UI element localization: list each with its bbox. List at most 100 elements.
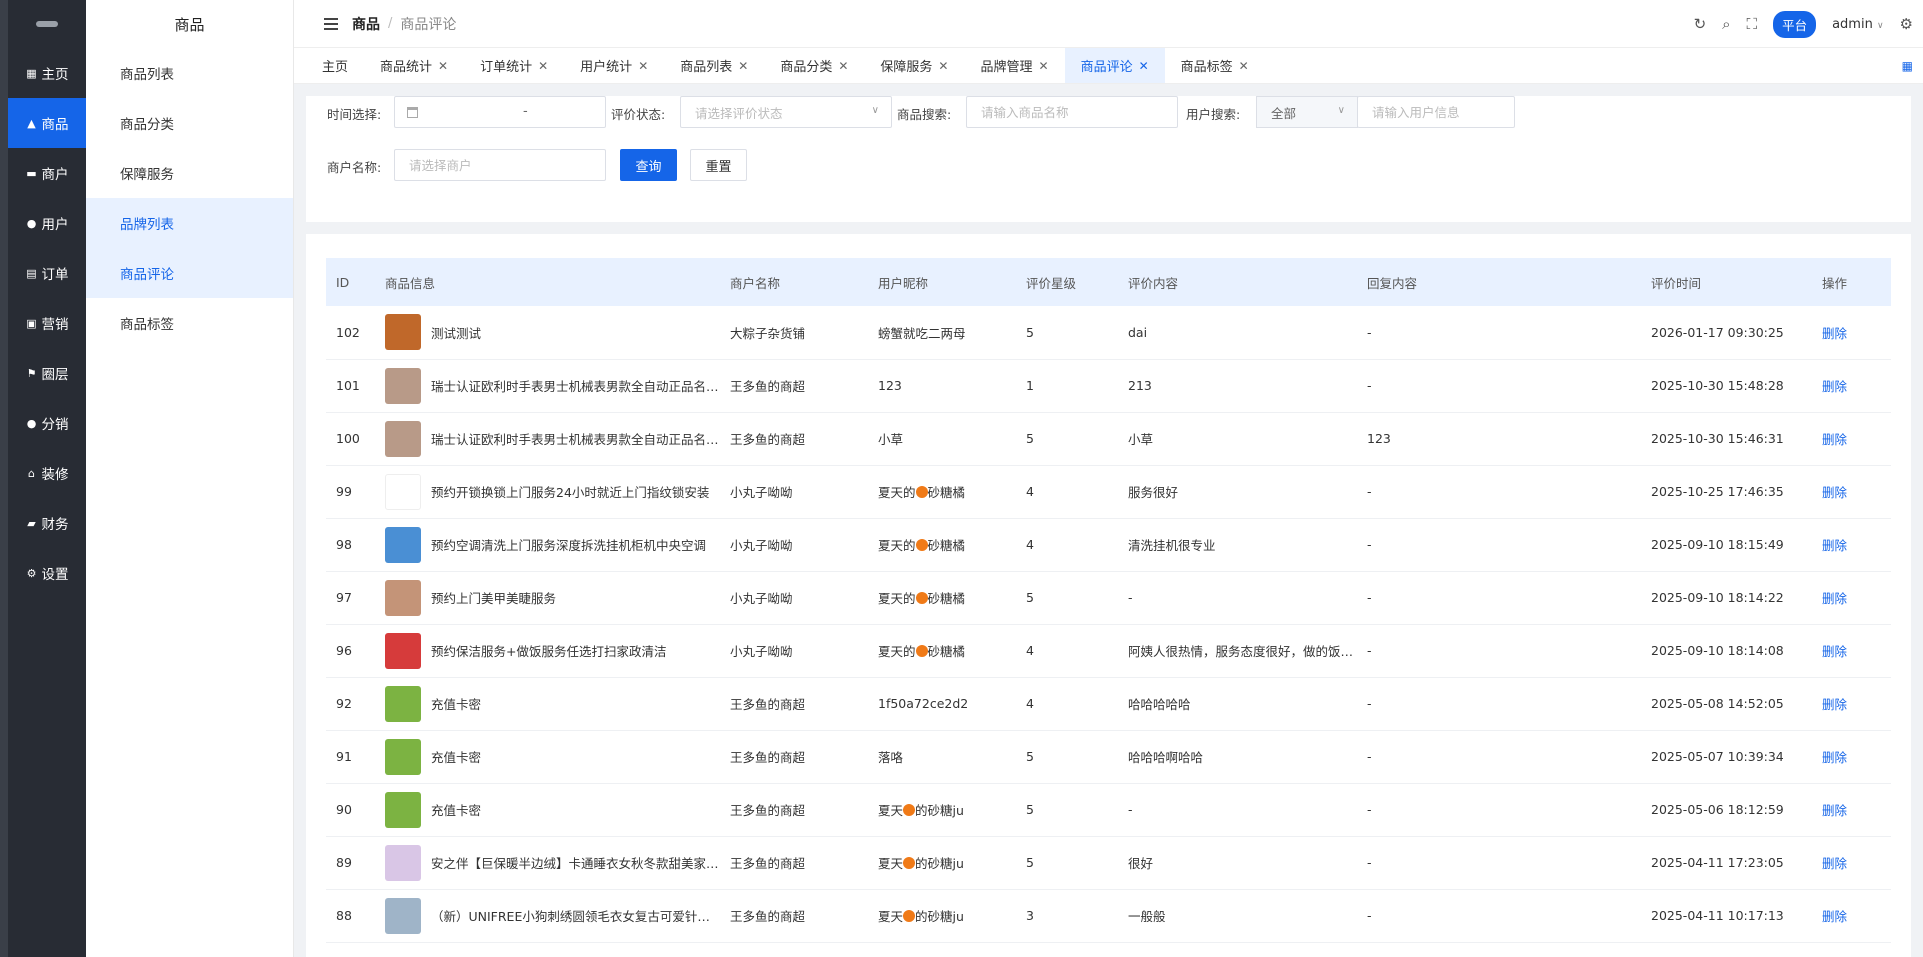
breadcrumb-main[interactable]: 商品	[352, 14, 380, 34]
sidebar-item-9[interactable]: ▰ 财务	[8, 498, 86, 548]
cell-reply: -	[1367, 802, 1372, 817]
cell-merchant: 小丸子呦呦	[730, 644, 793, 659]
close-icon[interactable]: ✕	[538, 59, 548, 73]
gear-icon[interactable]: ⚙	[1900, 15, 1913, 33]
sub-item-2[interactable]: 保障服务	[86, 148, 293, 198]
close-icon[interactable]: ✕	[938, 59, 948, 73]
home-icon: ⌂	[28, 466, 35, 480]
user-type-select[interactable]: 全部 ∨	[1256, 96, 1358, 128]
tab-9[interactable]: 商品标签 ✕	[1165, 48, 1265, 83]
cell-product: 充值卡密	[375, 730, 720, 783]
logo[interactable]	[8, 0, 86, 48]
refresh-icon[interactable]: ↻	[1694, 15, 1707, 33]
cell-action: 删除	[1812, 730, 1891, 783]
column-header-3: 用户昵称	[878, 275, 929, 291]
close-icon[interactable]: ✕	[438, 59, 448, 73]
delete-link[interactable]: 删除	[1822, 432, 1847, 447]
cell-id: 101	[336, 378, 360, 393]
tab-6[interactable]: 保障服务 ✕	[864, 48, 964, 83]
tab-3[interactable]: 用户统计 ✕	[564, 48, 664, 83]
delete-link[interactable]: 删除	[1822, 379, 1847, 394]
tab-0[interactable]: 主页	[306, 48, 364, 83]
column-header-8: 操作	[1822, 275, 1848, 291]
cell-time: 2025-09-10 18:14:22	[1651, 590, 1784, 605]
sub-item-1[interactable]: 商品分类	[86, 98, 293, 148]
delete-link[interactable]: 删除	[1822, 697, 1847, 712]
tab-2[interactable]: 订单统计 ✕	[464, 48, 564, 83]
query-button[interactable]: 查询	[620, 149, 677, 181]
user-menu[interactable]: admin ∨	[1832, 17, 1883, 32]
tabs-menu-icon[interactable]: ▦	[1902, 59, 1913, 73]
sidebar-item-label: 圈层	[41, 367, 69, 383]
reset-button[interactable]: 重置	[690, 149, 747, 181]
product-search-input[interactable]	[966, 96, 1178, 128]
cell-product: 充值卡密	[375, 677, 720, 730]
cell-id: 98	[336, 537, 352, 552]
tab-5[interactable]: 商品分类 ✕	[764, 48, 864, 83]
cell-user: 夏天的 砂糖橘	[868, 518, 1016, 571]
table-row: 96 预约保洁服务+做饭服务任选打扫家政清洁 小丸子呦呦 夏天的 砂糖橘 4 阿姨…	[326, 624, 1891, 677]
close-icon[interactable]: ✕	[738, 59, 748, 73]
product-name: 充值卡密	[431, 803, 482, 818]
sidebar-item-2[interactable]: ▬ 商户	[8, 148, 86, 198]
sidebar-item-8[interactable]: ⌂ 装修	[8, 448, 86, 498]
tab-label: 品牌管理	[980, 60, 1033, 75]
user-nick-prefix: 夏天的	[878, 644, 916, 659]
close-icon[interactable]: ✕	[1239, 59, 1249, 73]
table-row: 88 （新）UNIFREE小狗刺绣圆领毛衣女复古可爱针织衫 王多鱼的商超 夏天的…	[326, 889, 1891, 942]
sidebar-item-1[interactable]: ▲ 商品	[8, 98, 86, 148]
fullscreen-icon[interactable]: ⛶	[1747, 15, 1758, 33]
tab-8[interactable]: 商品评论 ✕	[1064, 48, 1165, 83]
table-header-row: ID 商品信息 商户名称 用户昵称 评价星级 评价内容 回复内容 评价时间 操作	[326, 258, 1891, 306]
date-range-picker[interactable]: -	[394, 96, 606, 128]
sidebar-item-5[interactable]: ▣ 营销	[8, 298, 86, 348]
tab-1[interactable]: 商品统计 ✕	[364, 48, 464, 83]
tab-7[interactable]: 品牌管理 ✕	[964, 48, 1064, 83]
sidebar-item-3[interactable]: ● 用户	[8, 198, 86, 248]
cell-star: 4	[1026, 696, 1034, 711]
delete-link[interactable]: 删除	[1822, 909, 1847, 924]
chevron-down-icon: ∨	[1876, 20, 1884, 31]
cell-user: 夏天的 砂糖橘	[868, 624, 1016, 677]
delete-link[interactable]: 删除	[1822, 644, 1847, 659]
close-icon[interactable]: ✕	[838, 59, 848, 73]
delete-link[interactable]: 删除	[1822, 856, 1847, 871]
delete-link[interactable]: 删除	[1822, 803, 1847, 818]
cell-reply: -	[1367, 855, 1372, 870]
sidebar-item-4[interactable]: ▤ 订单	[8, 248, 86, 298]
platform-button[interactable]: 平台	[1773, 10, 1817, 38]
sidebar-item-7[interactable]: ● 分销	[8, 398, 86, 448]
delete-link[interactable]: 删除	[1822, 326, 1847, 341]
product-name: 充值卡密	[431, 697, 482, 712]
sub-item-5[interactable]: 商品标签	[86, 298, 293, 348]
sub-item-3[interactable]: 品牌列表	[86, 198, 293, 248]
sidebar-item-0[interactable]: ▦ 主页	[8, 48, 86, 98]
user-search-input[interactable]	[1357, 96, 1515, 128]
cell-reply: 123	[1367, 431, 1391, 446]
cell-user: 夏天 的砂糖ju	[868, 783, 1016, 836]
close-icon[interactable]: ✕	[1039, 59, 1049, 73]
close-icon[interactable]: ✕	[638, 59, 648, 73]
sub-item-4[interactable]: 商品评论	[86, 248, 293, 298]
delete-link[interactable]: 删除	[1822, 750, 1847, 765]
merchant-input[interactable]	[394, 149, 606, 181]
user-nick-suffix: 的砂糖ju	[915, 909, 964, 924]
table-row: 98 预约空调清洗上门服务深度拆洗挂机柜机中央空调 小丸子呦呦 夏天的 砂糖橘 4…	[326, 518, 1891, 571]
close-icon[interactable]: ✕	[1139, 59, 1149, 73]
status-select[interactable]: 请选择评价状态 ∨	[680, 96, 892, 128]
cell-star: 5	[1026, 855, 1034, 870]
cell-content: 阿姨人很热情，服务态度很好，做的饭很好吃	[1128, 644, 1357, 659]
sidebar-item-6[interactable]: ⚑ 圈层	[8, 348, 86, 398]
cell-time: 2025-09-10 18:14:08	[1651, 643, 1784, 658]
menu-toggle-icon[interactable]	[324, 17, 338, 30]
delete-link[interactable]: 删除	[1822, 538, 1847, 553]
search-icon[interactable]: ⌕	[1722, 15, 1730, 33]
sidebar-item-10[interactable]: ⚙ 设置	[8, 548, 86, 598]
calendar-icon	[407, 106, 418, 118]
sub-item-0[interactable]: 商品列表	[86, 48, 293, 98]
tab-4[interactable]: 商品列表 ✕	[664, 48, 764, 83]
user-nick-prefix: 夏天	[878, 803, 904, 818]
delete-link[interactable]: 删除	[1822, 591, 1847, 606]
delete-link[interactable]: 删除	[1822, 485, 1847, 500]
top-right-actions: ↻ ⌕ ⛶ 平台 admin ∨ ⚙	[1694, 0, 1913, 48]
